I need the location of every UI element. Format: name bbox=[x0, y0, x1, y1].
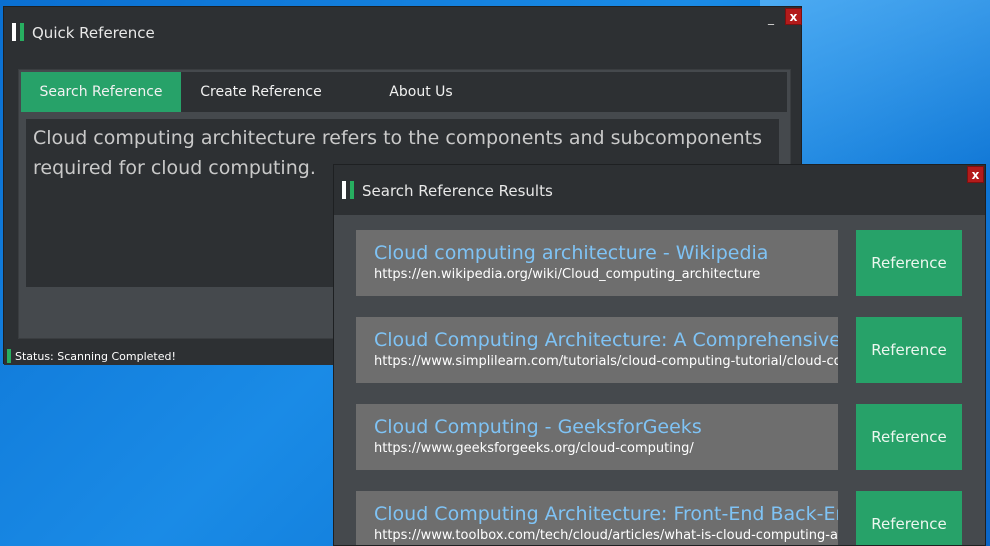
result-title-link[interactable]: Cloud Computing - GeeksforGeeks bbox=[374, 415, 838, 439]
app-logo-icon bbox=[12, 23, 26, 41]
tab-create-reference[interactable]: Create Reference bbox=[181, 72, 341, 112]
result-item[interactable]: Cloud computing architecture - Wikipedia… bbox=[356, 230, 838, 296]
close-button[interactable]: x bbox=[785, 8, 802, 25]
window-title: Quick Reference bbox=[32, 24, 155, 42]
results-window-title: Search Reference Results bbox=[362, 182, 553, 200]
result-item[interactable]: Cloud Computing - GeeksforGeeks https://… bbox=[356, 404, 838, 470]
tab-strip: Search Reference Create Reference About … bbox=[21, 72, 787, 112]
results-title-bar[interactable]: Search Reference Results x bbox=[334, 165, 985, 215]
reference-button[interactable]: Reference bbox=[856, 317, 962, 383]
result-item[interactable]: Cloud Computing Architecture: Front-End … bbox=[356, 491, 838, 545]
reference-button[interactable]: Reference bbox=[856, 491, 962, 545]
status-text: Status: Scanning Completed! bbox=[15, 349, 176, 363]
title-bar[interactable]: Quick Reference _ x bbox=[4, 7, 802, 57]
result-url: https://www.geeksforgeeks.org/cloud-comp… bbox=[374, 441, 694, 456]
search-results-window: Search Reference Results x Cloud computi… bbox=[333, 164, 986, 546]
minimize-button[interactable]: _ bbox=[764, 11, 778, 25]
status-indicator bbox=[7, 349, 11, 363]
results-close-button[interactable]: x bbox=[967, 166, 984, 183]
result-url: https://www.toolbox.com/tech/cloud/artic… bbox=[374, 528, 838, 543]
reference-button[interactable]: Reference bbox=[856, 404, 962, 470]
app-logo-icon bbox=[342, 181, 356, 199]
result-url: https://en.wikipedia.org/wiki/Cloud_comp… bbox=[374, 267, 761, 282]
tab-about-us[interactable]: About Us bbox=[341, 72, 501, 112]
reference-button[interactable]: Reference bbox=[856, 230, 962, 296]
result-item[interactable]: Cloud Computing Architecture: A Comprehe… bbox=[356, 317, 838, 383]
result-title-link[interactable]: Cloud Computing Architecture: Front-End … bbox=[374, 502, 838, 526]
result-title-link[interactable]: Cloud computing architecture - Wikipedia bbox=[374, 241, 838, 265]
result-title-link[interactable]: Cloud Computing Architecture: A Comprehe… bbox=[374, 328, 838, 352]
result-url: https://www.simplilearn.com/tutorials/cl… bbox=[374, 354, 838, 369]
tab-search-reference[interactable]: Search Reference bbox=[21, 72, 181, 112]
